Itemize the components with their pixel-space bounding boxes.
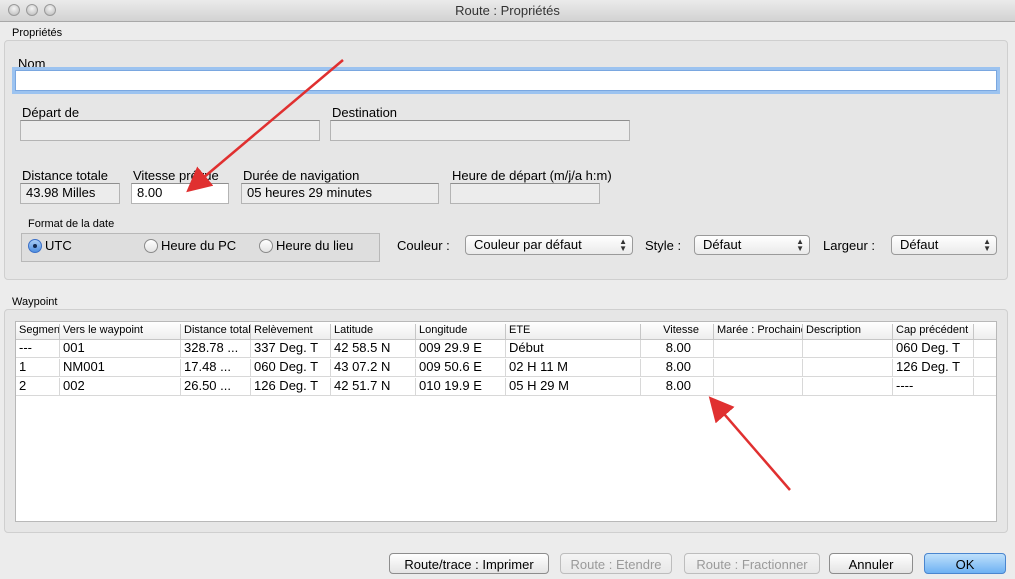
arrow-to-speed-column xyxy=(708,396,791,491)
arrow-to-speed-field xyxy=(186,59,344,193)
annotation-arrows xyxy=(186,59,791,491)
